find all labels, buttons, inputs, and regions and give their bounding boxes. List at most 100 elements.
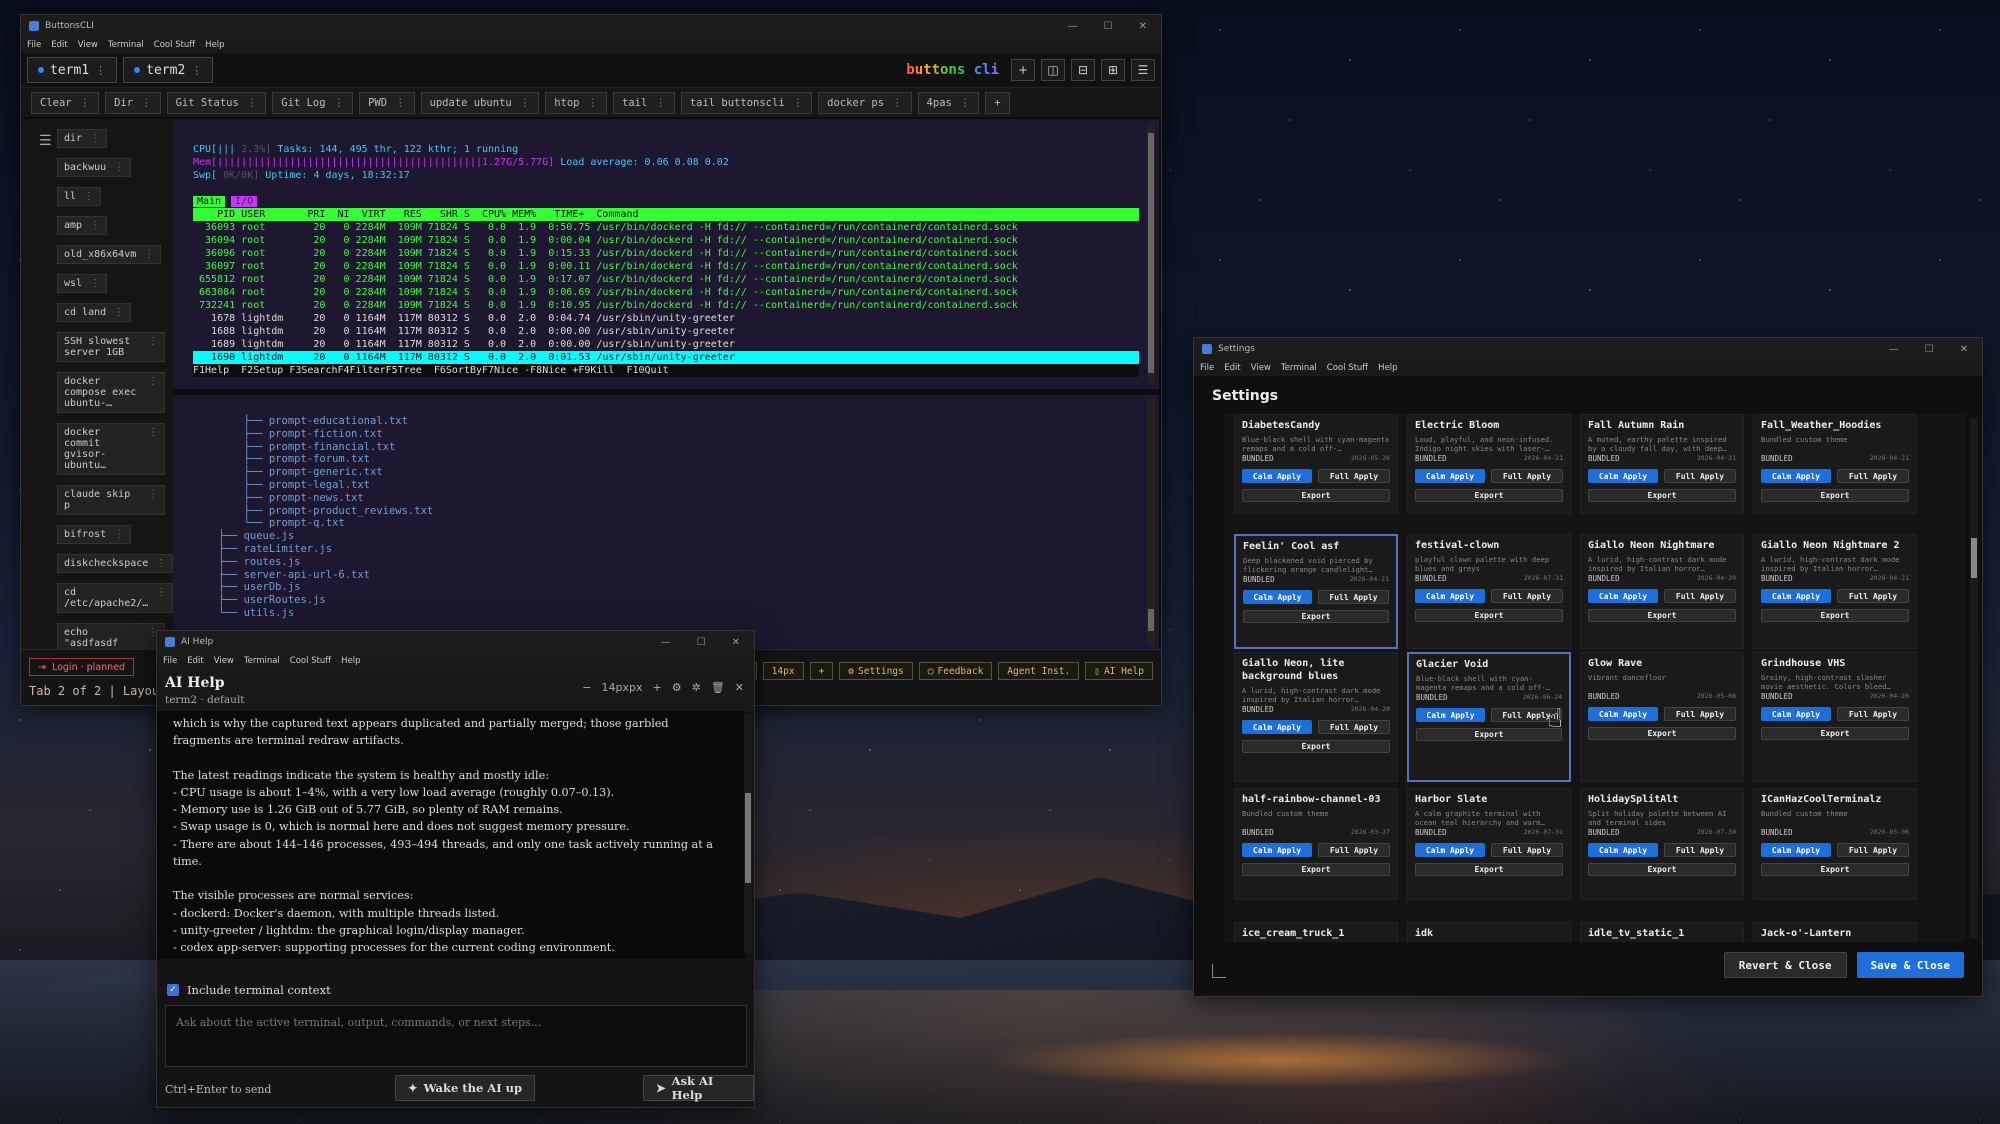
full-apply-button[interactable]: Full Apply [1318, 843, 1390, 857]
maximize-icon[interactable]: ☐ [697, 637, 706, 648]
hamburger-menu-icon[interactable]: ☰ [39, 133, 52, 149]
menu-terminal[interactable]: Terminal [1281, 363, 1317, 373]
trash-icon[interactable]: 🗑 [711, 681, 725, 694]
theme-card[interactable]: Giallo Neon Nightmare A lurid, high-contr… [1580, 534, 1744, 649]
theme-card[interactable]: idle_tv_static_1Bundled custom theme [1580, 922, 1744, 942]
htop-tab-io[interactable]: I/O [231, 196, 258, 207]
kebab-icon[interactable]: ⋮ [395, 97, 406, 109]
sidebar-item[interactable]: cd /etc/apache2/… ⋮ [57, 583, 173, 613]
ai-help-button[interactable]: ▯ AI Help [1085, 662, 1153, 680]
export-button[interactable]: Export [1242, 863, 1390, 876]
theme-card[interactable]: festival-clown playful clown palette with… [1407, 534, 1571, 649]
kebab-icon[interactable]: ⋮ [114, 162, 124, 173]
process-row[interactable]: 663084 root 20 0 2284M 109M 71824 S 0.0 … [193, 286, 1139, 299]
cmd-update-ubuntu[interactable]: update ubuntu ⋮ [420, 91, 540, 114]
checkbox-checked-icon[interactable]: ✓ [167, 984, 179, 996]
full-apply-button[interactable]: Full Apply [1837, 843, 1909, 857]
calm-apply-button[interactable]: Calm Apply [1415, 469, 1485, 483]
calm-apply-button[interactable]: Calm Apply [1242, 469, 1312, 483]
layout-menu-icon[interactable]: ☰ [1131, 59, 1155, 81]
kebab-icon[interactable]: ⋮ [148, 376, 158, 387]
full-apply-button[interactable]: Full Apply [1664, 589, 1736, 603]
kebab-icon[interactable]: ⋮ [148, 336, 158, 347]
minimize-icon[interactable]: — [1068, 21, 1078, 32]
menu-file[interactable]: File [1200, 363, 1214, 373]
ask-ai-button[interactable]: ➤ Ask AI Help [643, 1074, 754, 1102]
sidebar-item[interactable]: docker compose exec ubuntu-… ⋮ [57, 372, 165, 413]
export-button[interactable]: Export [1242, 740, 1390, 753]
theme-card[interactable]: Giallo Neon Nightmare 2 A lurid, high-con… [1753, 534, 1917, 649]
theme-card[interactable]: Glow Rave Vibrant dancefloor BUNDLED 2026-0… [1580, 652, 1744, 782]
sidebar-item[interactable]: ll ⋮ [57, 187, 102, 206]
kebab-icon[interactable]: ⋮ [334, 97, 345, 109]
feedback-button[interactable]: ◯ Feedback [918, 662, 993, 680]
calm-apply-button[interactable]: Calm Apply [1761, 843, 1831, 857]
full-apply-button[interactable]: Full Apply [1837, 707, 1909, 721]
export-button[interactable]: Export [1243, 610, 1389, 623]
calm-apply-button[interactable]: Calm Apply [1415, 589, 1485, 603]
export-button[interactable]: Export [1415, 609, 1563, 622]
kebab-icon[interactable]: ⋮ [793, 97, 804, 109]
kebab-icon[interactable]: ⋮ [588, 97, 599, 109]
resize-handle-icon[interactable] [1212, 964, 1226, 978]
calm-apply-button[interactable]: Calm Apply [1415, 843, 1485, 857]
process-row[interactable]: 36093 root 20 0 2284M 109M 71824 S 0.0 1… [193, 221, 1139, 234]
revert-close-button[interactable]: Revert & Close [1723, 952, 1847, 978]
export-button[interactable]: Export [1416, 728, 1562, 741]
process-row[interactable]: 36097 root 20 0 2284M 109M 71824 S 0.0 1… [193, 260, 1139, 273]
settings-cog-icon[interactable]: ✲ [692, 681, 701, 694]
settings-button[interactable]: ⚙ Settings [839, 662, 913, 680]
kebab-icon[interactable]: ⋮ [90, 220, 100, 231]
menu-view[interactable]: View [1251, 363, 1271, 373]
export-button[interactable]: Export [1761, 489, 1909, 502]
theme-card[interactable]: idkBundled custom theme [1407, 922, 1571, 942]
ai-question-input[interactable]: Ask about the active terminal, output, c… [165, 1005, 747, 1067]
kebab-icon[interactable]: ⋮ [148, 489, 158, 500]
export-button[interactable]: Export [1242, 489, 1390, 502]
close-icon[interactable]: ✕ [735, 681, 744, 694]
sidebar-item[interactable]: amp ⋮ [57, 216, 108, 235]
kebab-icon[interactable]: ⋮ [114, 529, 124, 540]
split-horizontal-icon[interactable]: ⊟ [1071, 59, 1095, 81]
process-row[interactable]: 36096 root 20 0 2284M 109M 71824 S 0.0 1… [193, 247, 1139, 260]
cmd-dir[interactable]: Dir ⋮ [105, 91, 161, 114]
kebab-icon[interactable]: ⋮ [80, 97, 91, 109]
export-button[interactable]: Export [1588, 609, 1736, 622]
tab-term2[interactable]: term2 ⋮ [123, 57, 214, 83]
cmd-git-status[interactable]: Git Status ⋮ [166, 91, 267, 114]
sidebar-item[interactable]: backwuu ⋮ [57, 158, 132, 177]
export-button[interactable]: Export [1415, 863, 1563, 876]
calm-apply-button[interactable]: Calm Apply [1761, 707, 1831, 721]
wake-ai-button[interactable]: ✦ Wake the AI up [395, 1075, 535, 1101]
kebab-icon[interactable]: ⋮ [156, 587, 166, 598]
sidebar-item[interactable]: wsl ⋮ [57, 274, 108, 293]
calm-apply-button[interactable]: Calm Apply [1588, 589, 1658, 603]
cmd-git-log[interactable]: Git Log ⋮ [272, 91, 354, 114]
kebab-icon[interactable]: ⋮ [655, 97, 666, 109]
theme-card[interactable]: Electric Bloom Loud, playful, and neon-in… [1407, 414, 1571, 514]
menu-terminal[interactable]: Terminal [108, 40, 144, 50]
minimize-icon[interactable]: — [1889, 344, 1899, 355]
ai-scrollbar[interactable] [744, 713, 752, 953]
ai-titlebar[interactable]: AI Help — ☐ ✕ [157, 631, 754, 653]
calm-apply-button[interactable]: Calm Apply [1761, 589, 1831, 603]
maximize-icon[interactable]: ☐ [1925, 344, 1934, 355]
selected-process-row[interactable]: 1690 lightdm 20 0 1164M 117M 80312 S 0.0… [193, 351, 1139, 364]
close-icon[interactable]: ✕ [1139, 21, 1147, 32]
menu-view[interactable]: View [214, 656, 234, 666]
theme-card[interactable]: HolidaySplitAlt Split holiday palette bet… [1580, 788, 1744, 900]
new-tab-button[interactable]: + [1011, 59, 1035, 81]
tab-term1[interactable]: term1 ⋮ [27, 57, 118, 83]
menu-help[interactable]: Help [205, 40, 224, 50]
grid-layout-icon[interactable]: ⊞ [1101, 59, 1125, 81]
process-table-header[interactable]: PID USER PRI NI VIRT RES SHR S CPU% MEM%… [193, 208, 1139, 221]
sidebar-item[interactable]: diskcheckspace ⋮ [57, 554, 173, 573]
process-row[interactable]: 655812 root 20 0 2284M 109M 71824 S 0.0 … [193, 273, 1139, 286]
cmd-tail[interactable]: tail ⋮ [613, 91, 675, 114]
minimize-icon[interactable]: — [661, 637, 671, 648]
full-apply-button[interactable]: Full Apply [1837, 469, 1909, 483]
export-button[interactable]: Export [1761, 863, 1909, 876]
add-command-button[interactable]: + [985, 91, 1010, 114]
save-close-button[interactable]: Save & Close [1856, 952, 1964, 978]
calm-apply-button[interactable]: Calm Apply [1243, 590, 1312, 604]
